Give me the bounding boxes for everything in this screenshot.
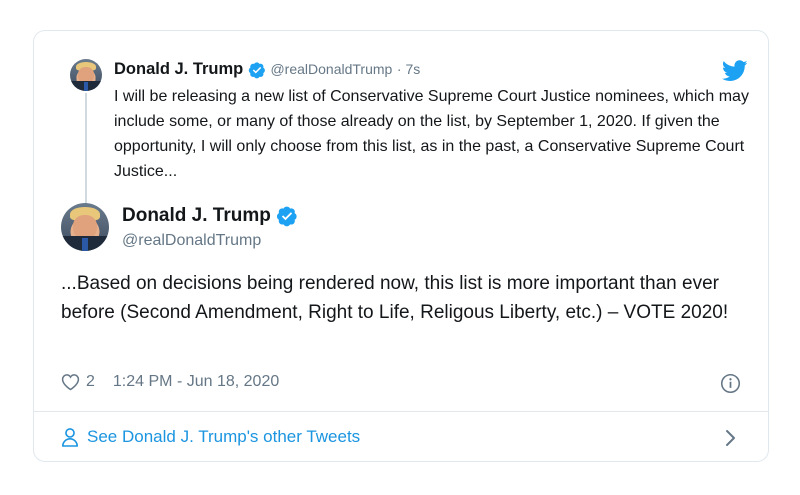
main-tweet-avatar[interactable]	[61, 203, 109, 251]
footer-divider	[34, 411, 768, 412]
person-icon	[61, 428, 79, 447]
quoted-tweet-header: Donald J. Trump @realDonaldTrump · 7s	[114, 60, 420, 79]
main-tweet-text: ...Based on decisions being rendered now…	[61, 273, 729, 323]
info-icon[interactable]	[720, 373, 741, 394]
see-other-tweets-link[interactable]: See Donald J. Trump's other Tweets	[61, 427, 360, 447]
tweet-embed-card: Donald J. Trump @realDonaldTrump · 7s I …	[33, 30, 769, 462]
main-tweet-handle[interactable]: @realDonaldTrump	[122, 232, 261, 250]
heart-icon[interactable]	[61, 373, 80, 391]
main-tweet-author[interactable]: Donald J. Trump	[122, 205, 298, 227]
like-count[interactable]: 2	[86, 373, 95, 391]
main-tweet-author-name[interactable]: Donald J. Trump	[122, 205, 271, 226]
quoted-tweet-author-name[interactable]: Donald J. Trump	[114, 60, 243, 78]
verified-badge-icon	[277, 206, 297, 227]
tweet-meta-row: 2 1:24 PM - Jun 18, 2020	[61, 373, 279, 391]
verified-badge-icon	[248, 61, 265, 79]
see-other-tweets-label[interactable]: See Donald J. Trump's other Tweets	[87, 427, 360, 447]
twitter-bird-icon[interactable]	[722, 60, 748, 82]
tweet-timestamp[interactable]: 1:24 PM - Jun 18, 2020	[113, 373, 279, 391]
quoted-tweet-handle[interactable]: @realDonaldTrump	[270, 61, 392, 77]
quoted-tweet-avatar[interactable]	[70, 59, 102, 91]
quoted-tweet-time[interactable]: · 7s	[397, 61, 420, 77]
chevron-right-icon[interactable]	[724, 428, 738, 448]
quoted-tweet-text: I will be releasing a new list of Conser…	[114, 88, 749, 180]
